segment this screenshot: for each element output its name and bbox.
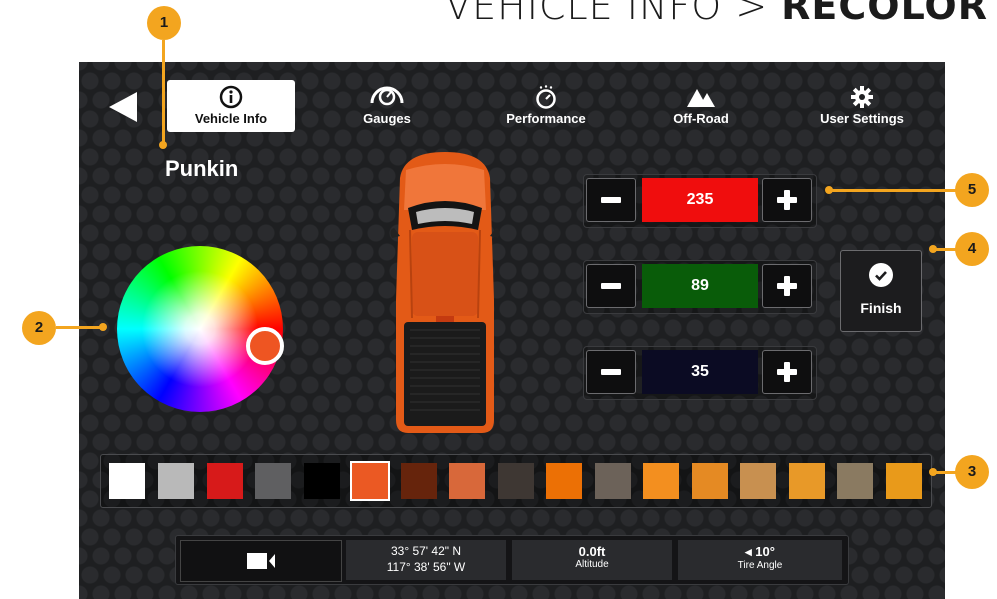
swatch-yellow-orange[interactable] <box>886 463 922 499</box>
vehicle-name: Punkin <box>165 156 239 181</box>
gauge-icon <box>337 85 437 109</box>
gear-icon <box>807 85 917 109</box>
tab-label: Gauges <box>363 111 411 126</box>
callout-3: 3 <box>955 455 989 489</box>
callout-dot <box>825 186 833 194</box>
green-decrement-button[interactable] <box>586 264 636 308</box>
swatch-taupe[interactable] <box>595 463 631 499</box>
tire-angle-readout: ◂ 10° Tire Angle <box>678 540 842 580</box>
blue-value: 35 <box>642 350 758 394</box>
minus-icon <box>601 369 621 375</box>
green-channel-row: 89 <box>583 260 817 314</box>
longitude: 117° 38' 56" W <box>386 560 466 574</box>
callout-line <box>56 326 102 329</box>
tab-label: Off-Road <box>673 111 729 126</box>
red-increment-button[interactable] <box>762 178 812 222</box>
finish-button[interactable]: Finish <box>840 250 922 332</box>
callout-line <box>830 189 956 192</box>
red-channel-row: 235 <box>583 174 817 228</box>
blue-increment-button[interactable] <box>762 350 812 394</box>
tire-angle-label: Tire Angle <box>737 560 783 571</box>
info-icon <box>167 85 295 109</box>
tab-user-settings[interactable]: User Settings <box>807 80 917 132</box>
finish-label: Finish <box>860 300 902 316</box>
color-swatch-row <box>100 454 932 508</box>
swatch-burnt-orange[interactable] <box>449 463 485 499</box>
swatch-tangerine[interactable] <box>643 463 679 499</box>
tab-gauges[interactable]: Gauges <box>337 80 437 132</box>
altitude-value: 0.0ft <box>578 544 606 559</box>
tab-performance[interactable]: Performance <box>491 80 601 132</box>
page-title-strong: RECOLOR <box>781 0 988 28</box>
swatch-dark-gray[interactable] <box>255 463 291 499</box>
green-increment-button[interactable] <box>762 264 812 308</box>
callout-dot <box>929 468 937 476</box>
callout-line <box>934 248 956 251</box>
tab-label: Vehicle Info <box>194 111 268 126</box>
red-decrement-button[interactable] <box>586 178 636 222</box>
swatch-gold[interactable] <box>789 463 825 499</box>
vehicle-display-screen: Vehicle Info Gauges Performance Off-Road… <box>79 62 945 599</box>
swatch-khaki[interactable] <box>837 463 873 499</box>
swatch-bright-orange[interactable] <box>546 463 582 499</box>
blue-decrement-button[interactable] <box>586 350 636 394</box>
swatch-amber[interactable] <box>692 463 728 499</box>
mountain-icon <box>651 85 751 109</box>
altitude-label: Altitude <box>575 559 609 570</box>
red-value: 235 <box>642 178 758 222</box>
callout-2: 2 <box>22 311 56 345</box>
callout-line <box>934 471 956 474</box>
swatch-red[interactable] <box>207 463 243 499</box>
swatch-white[interactable] <box>109 463 145 499</box>
callout-4: 4 <box>955 232 989 266</box>
swatch-brown[interactable] <box>401 463 437 499</box>
callout-dot <box>929 245 937 253</box>
swatch-charcoal[interactable] <box>498 463 534 499</box>
swatch-light-gray[interactable] <box>158 463 194 499</box>
camera-icon <box>247 553 275 569</box>
callout-dot <box>99 323 107 331</box>
gps-coordinates: 33° 57' 42" N 117° 38' 56" W <box>346 540 506 580</box>
check-icon <box>869 263 893 287</box>
minus-icon <box>601 197 621 203</box>
swatch-black[interactable] <box>304 463 340 499</box>
latitude: 33° 57' 42" N <box>390 544 462 558</box>
swatch-tan[interactable] <box>740 463 776 499</box>
swatch-orange-selected[interactable] <box>350 461 390 501</box>
page-title: VEHICLE INFO > RECOLOR <box>388 0 988 28</box>
color-wheel-handle[interactable] <box>246 327 284 365</box>
back-button[interactable] <box>109 92 137 122</box>
status-bar: 33° 57' 42" N 117° 38' 56" W 0.0ft Altit… <box>175 535 849 585</box>
tab-vehicle-info[interactable]: Vehicle Info <box>167 80 295 132</box>
callout-dot <box>159 141 167 149</box>
tab-label: Performance <box>506 111 586 126</box>
tab-off-road[interactable]: Off-Road <box>651 80 751 132</box>
altitude-readout: 0.0ft Altitude <box>512 540 672 580</box>
green-value: 89 <box>642 264 758 308</box>
minus-icon <box>601 283 621 289</box>
tire-angle-value: ◂ 10° <box>745 544 775 559</box>
camera-button[interactable] <box>180 540 342 582</box>
blue-channel-row: 35 <box>583 346 817 400</box>
tab-label: User Settings <box>820 111 904 126</box>
page-title-prefix: VEHICLE INFO > <box>445 0 782 28</box>
callout-1: 1 <box>147 6 181 40</box>
callout-5: 5 <box>955 173 989 207</box>
callout-line <box>162 40 165 144</box>
stopwatch-icon <box>491 85 601 109</box>
truck-preview-image <box>390 152 500 433</box>
